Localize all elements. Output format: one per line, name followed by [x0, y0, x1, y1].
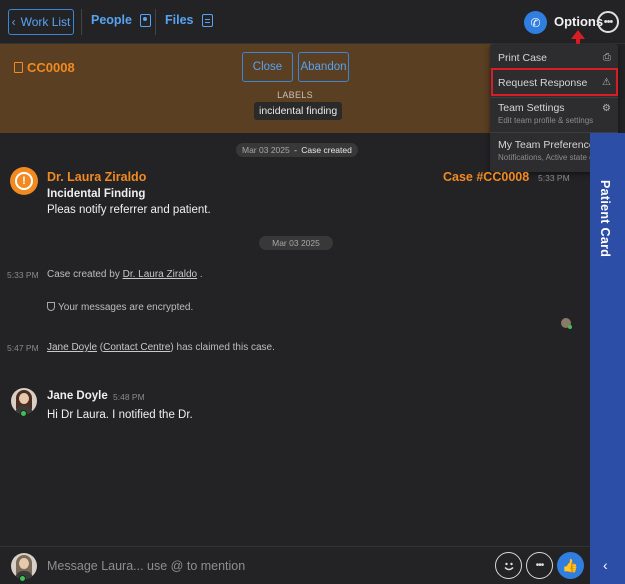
menu-item-label: My Team Preferences: [498, 139, 600, 151]
close-case-button[interactable]: Close: [242, 52, 293, 82]
online-status-dot: [19, 575, 26, 582]
emoji-button[interactable]: [495, 552, 522, 579]
top-header: ‹ Work List People Files ✆ Options •••: [0, 0, 625, 44]
menu-item-print-case[interactable]: Print Case ⎙: [490, 44, 618, 68]
options-more-button[interactable]: •••: [597, 11, 619, 33]
message-body: Pleas notify referrer and patient.: [47, 204, 211, 216]
case-reference: Case #CC0008: [443, 170, 530, 184]
label-chip[interactable]: incidental finding: [254, 102, 343, 120]
options-label[interactable]: Options: [554, 14, 603, 29]
clipboard-icon: [14, 62, 23, 73]
file-icon: [201, 13, 213, 27]
gear-icon: ⚙: [602, 103, 611, 114]
shield-check-icon: [47, 302, 55, 311]
pill-event: Case created: [301, 145, 352, 155]
pill-date: Mar 03 2025: [242, 145, 290, 155]
system-user-link[interactable]: Dr. Laura Ziraldo: [123, 269, 197, 280]
person-card-icon: [140, 13, 151, 27]
smiley-icon: [503, 562, 514, 570]
header-divider: [81, 9, 82, 35]
menu-item-subtitle: Edit team profile & settings: [498, 116, 594, 125]
date-separator-pill: Mar 03 2025: [259, 236, 333, 250]
claimed-org-link[interactable]: Contact Centre: [103, 342, 170, 353]
system-message-created: Case created by Dr. Laura Ziraldo .: [47, 269, 203, 280]
case-created-pill: Mar 03 2025 - Case created: [236, 143, 358, 157]
chevron-left-icon[interactable]: ‹: [603, 557, 608, 573]
people-tab[interactable]: People: [91, 13, 151, 27]
menu-item-subtitle: Notifications, Active state etc.: [498, 153, 603, 162]
message-time: 5:33 PM: [538, 173, 570, 183]
message-title: Incidental Finding: [47, 188, 146, 200]
system-message-claimed: Jane Doyle (Contact Centre) has claimed …: [47, 342, 275, 353]
work-list-label: Work List: [20, 15, 71, 29]
message-sender[interactable]: Dr. Laura Ziraldo: [47, 170, 146, 184]
thumbs-up-icon: 👍: [562, 557, 579, 573]
system-prefix: Case created by: [47, 269, 120, 280]
encrypted-text: Your messages are encrypted.: [58, 302, 194, 313]
menu-item-team-settings[interactable]: Team Settings Edit team profile & settin…: [490, 98, 618, 132]
case-id-text: CC0008: [27, 60, 75, 75]
request-response-highlight-box: [491, 68, 618, 96]
read-receipt-avatar: [561, 318, 572, 329]
case-id: CC0008: [14, 60, 75, 75]
encrypted-notice: Your messages are encrypted.: [47, 302, 193, 313]
abandon-case-button[interactable]: Abandon: [298, 52, 349, 82]
more-horizontal-icon: •••: [535, 560, 544, 571]
message-body: Hi Dr Laura. I notified the Dr.: [47, 409, 193, 421]
system-time: 5:33 PM: [7, 270, 39, 280]
claimed-user-link[interactable]: Jane Doyle: [47, 342, 97, 353]
message-time: 5:48 PM: [113, 392, 145, 402]
files-tab[interactable]: Files: [165, 13, 213, 27]
menu-item-label: Team Settings: [498, 102, 565, 114]
more-actions-button[interactable]: •••: [526, 552, 553, 579]
patient-card-label[interactable]: Patient Card: [598, 180, 612, 257]
thumbs-up-button[interactable]: 👍: [557, 552, 584, 579]
chevron-left-icon: ‹: [11, 15, 16, 29]
online-status-dot: [20, 410, 27, 417]
header-divider: [155, 9, 156, 35]
call-button[interactable]: ✆: [524, 11, 547, 34]
system-time: 5:47 PM: [7, 343, 39, 353]
printer-icon: ⎙: [603, 52, 611, 63]
work-list-back-button[interactable]: ‹ Work List: [8, 9, 74, 35]
menu-item-label: Print Case: [498, 52, 548, 64]
claimed-suffix: has claimed this case.: [176, 342, 275, 353]
people-label: People: [91, 13, 132, 27]
files-label: Files: [165, 13, 194, 27]
phone-icon: ✆: [530, 15, 541, 30]
message-sender[interactable]: Jane Doyle: [47, 390, 108, 402]
more-horizontal-icon: •••: [603, 15, 614, 28]
system-suffix: .: [199, 269, 203, 280]
alert-icon: !: [10, 167, 38, 195]
message-input[interactable]: Message Laura... use @ to mention: [47, 559, 245, 573]
